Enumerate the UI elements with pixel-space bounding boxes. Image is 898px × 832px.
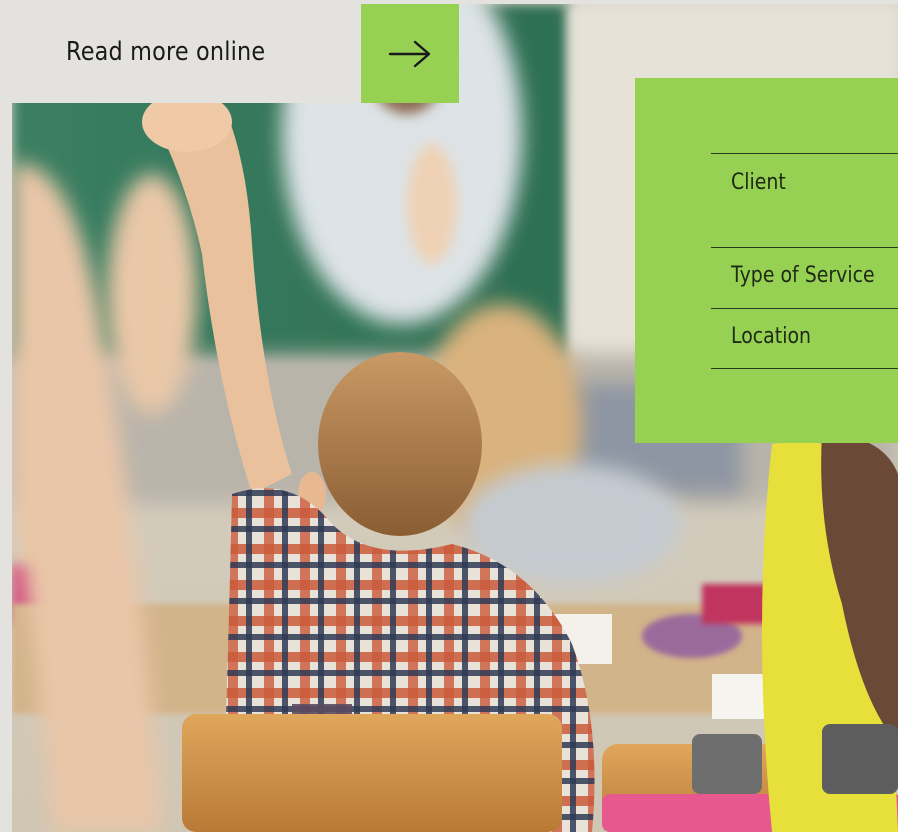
project-info-panel: Client Type of Service Location [635, 78, 898, 443]
info-label-service: Type of Service [731, 263, 875, 288]
info-row-location: Location [711, 308, 898, 369]
info-row-service: Type of Service [711, 247, 898, 308]
info-label-client: Client [731, 170, 786, 195]
read-more-label: Read more online [66, 36, 266, 67]
read-more-arrow-button[interactable] [361, 4, 459, 103]
arrow-right-icon [388, 40, 431, 67]
read-more-link[interactable]: Read more online [0, 0, 362, 103]
page: Read more online Client Type of Service … [0, 0, 898, 832]
info-row-client: Client [711, 153, 898, 247]
info-label-location: Location [731, 324, 812, 349]
